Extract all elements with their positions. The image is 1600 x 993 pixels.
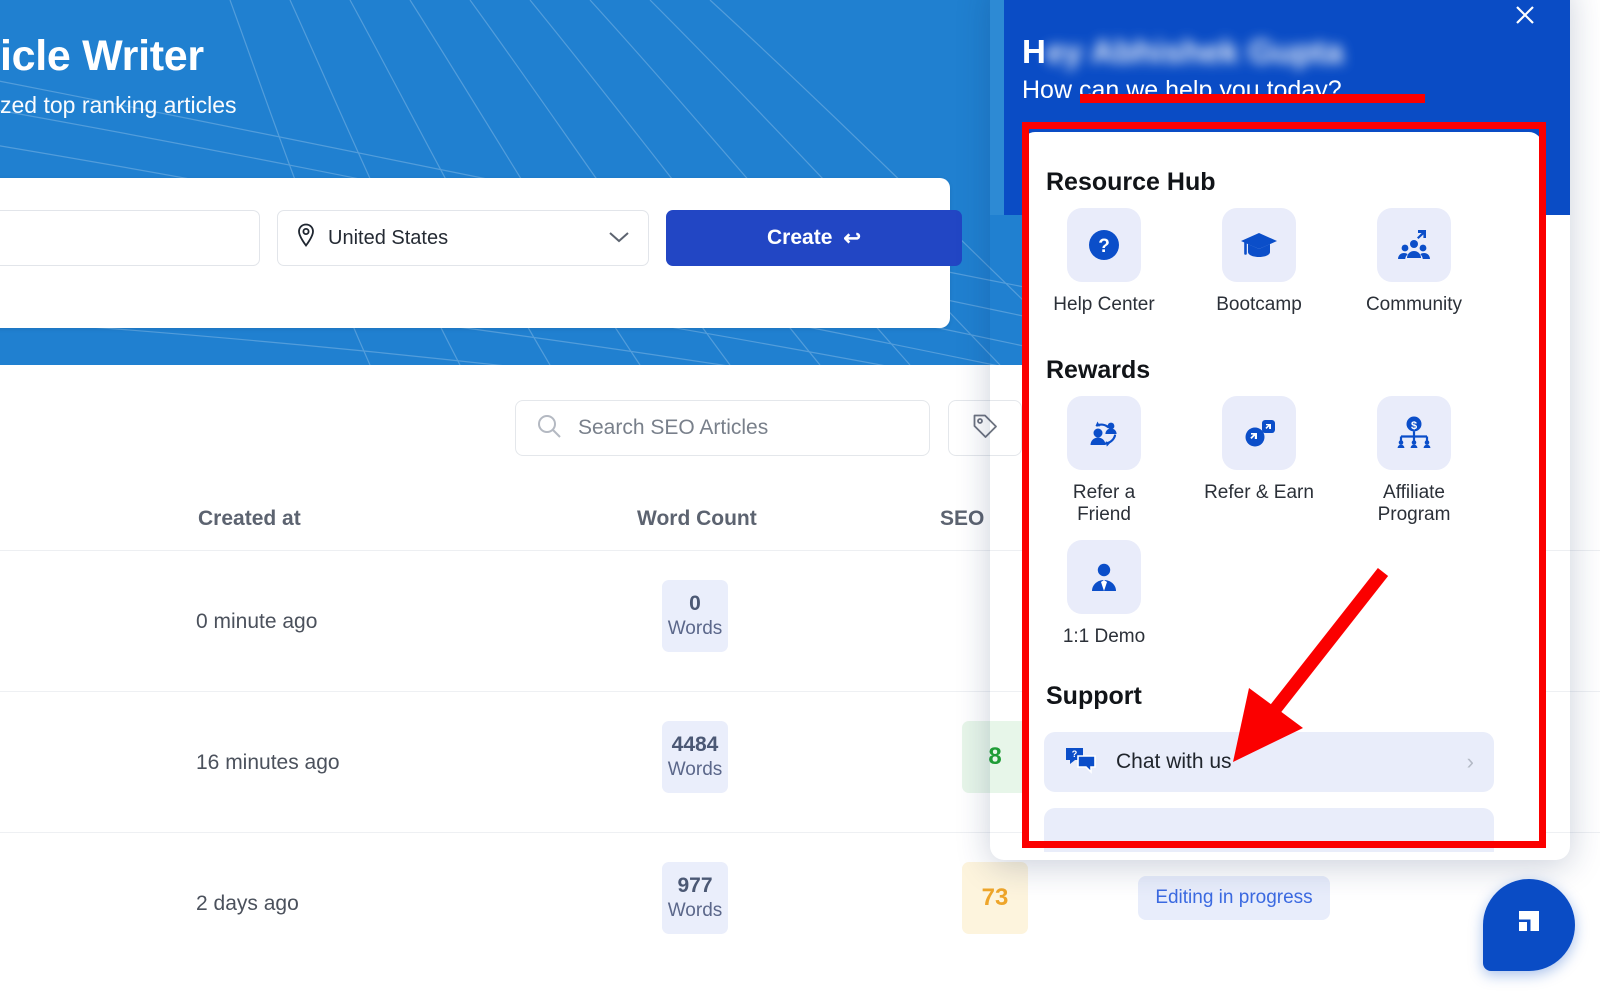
section-title-rewards: Rewards <box>1046 356 1151 384</box>
column-header-word-count: Word Count <box>637 507 757 530</box>
chat-bubbles-icon: ? <box>1064 745 1098 780</box>
keyword-input[interactable]: rank for <box>0 210 260 266</box>
create-controls-row: rank for United States Create ↩ <box>0 210 962 266</box>
search-icon <box>536 413 562 444</box>
word-count-label: Words <box>667 900 723 921</box>
tile-label: Help Center <box>1053 294 1155 315</box>
seo-score-badge: 73 <box>962 862 1028 934</box>
tile-community[interactable]: Community <box>1354 208 1474 316</box>
tile-label: Bootcamp <box>1216 294 1302 315</box>
support-panel: Hey Abhishek Gupta How can we help you t… <box>990 0 1570 860</box>
refer-earn-icon <box>1222 396 1296 470</box>
tile-label: Community <box>1365 294 1463 315</box>
section-title-support: Support <box>1046 682 1142 710</box>
search-input[interactable]: Search SEO Articles <box>515 400 930 456</box>
tile-bootcamp[interactable]: Bootcamp <box>1199 208 1319 316</box>
article-created-at: 0 minute ago <box>196 610 318 633</box>
page-title: icle Writer <box>0 32 204 80</box>
panel-greeting-prefix: H <box>1022 33 1046 70</box>
app-root: icle Writer zed top ranking articles ran… <box>0 0 1600 993</box>
person-tie-icon <box>1067 540 1141 614</box>
create-article-card: rank for United States Create ↩ ere <box>0 178 962 328</box>
annotation-redaction-bar <box>1080 94 1425 103</box>
location-pin-icon <box>296 223 316 253</box>
country-select-value: United States <box>328 226 449 249</box>
column-header-created-at: Created at <box>198 507 301 530</box>
word-count-label: Words <box>667 618 723 639</box>
enter-key-icon: ↩ <box>843 226 861 250</box>
column-header-seo: SEO <box>940 507 985 530</box>
affiliate-hierarchy-icon: $ <box>1377 396 1451 470</box>
panel-greeting: Hey Abhishek Gupta <box>1022 33 1344 71</box>
tile-label: Affiliate Program <box>1377 482 1451 526</box>
word-count-badge: 0 Words <box>662 580 728 652</box>
create-button[interactable]: Create ↩ <box>666 210 962 266</box>
create-button-label: Create <box>767 226 833 249</box>
support-panel-body: Resource Hub ? Help Center Bootcamp Comm… <box>1022 132 1542 852</box>
article-created-at: 16 minutes ago <box>196 751 340 774</box>
tile-label: Refer a Friend <box>1072 482 1136 526</box>
word-count-badge: 977 Words <box>662 862 728 934</box>
word-count-value: 0 <box>689 592 701 615</box>
tile-label: Refer & Earn <box>1204 482 1314 503</box>
brand-logo-fab[interactable] <box>1483 879 1575 971</box>
article-created-at: 2 days ago <box>196 892 299 915</box>
support-item-label: Chat with us <box>1116 750 1232 773</box>
search-input-placeholder: Search SEO Articles <box>578 416 769 439</box>
svg-text:?: ? <box>1072 749 1078 759</box>
graduation-cap-icon <box>1222 208 1296 282</box>
close-icon[interactable] <box>1508 0 1542 32</box>
word-count-value: 4484 <box>671 733 719 756</box>
panel-accent-stripe <box>990 0 1004 215</box>
word-count-badge: 4484 Words <box>662 721 728 793</box>
tile-label: 1:1 Demo <box>1062 626 1146 647</box>
page-subtitle: zed top ranking articles <box>0 92 237 118</box>
question-circle-icon: ? <box>1067 208 1141 282</box>
support-item-secondary[interactable] <box>1044 808 1494 852</box>
word-count-value: 977 <box>677 874 713 897</box>
tile-one-on-one-demo[interactable]: 1:1 Demo <box>1044 540 1164 648</box>
article-title: e <box>0 857 152 883</box>
panel-greeting-name-blurred: ey Abhishek Gupta <box>1045 33 1344 70</box>
tile-refer-a-friend[interactable]: Refer a Friend <box>1044 396 1164 527</box>
country-select[interactable]: United States <box>277 210 649 266</box>
tile-help-center[interactable]: ? Help Center <box>1044 208 1164 316</box>
chevron-right-icon: › <box>1466 749 1474 774</box>
svg-text:$: $ <box>1411 420 1417 432</box>
refer-friend-icon <box>1067 396 1141 470</box>
support-item-chat-with-us[interactable]: ? Chat with us › <box>1044 732 1494 792</box>
section-title-resource-hub: Resource Hub <box>1046 168 1216 196</box>
tile-refer-and-earn[interactable]: Refer & Earn <box>1199 396 1319 504</box>
tile-affiliate-program[interactable]: $ Affiliate Program <box>1354 396 1474 527</box>
chevron-down-icon <box>608 227 630 250</box>
status-badge[interactable]: Editing in progress <box>1138 876 1330 920</box>
word-count-label: Words <box>667 759 723 780</box>
svg-text:?: ? <box>1098 236 1110 257</box>
brand-logo-icon <box>1506 900 1552 951</box>
people-group-icon <box>1377 208 1451 282</box>
